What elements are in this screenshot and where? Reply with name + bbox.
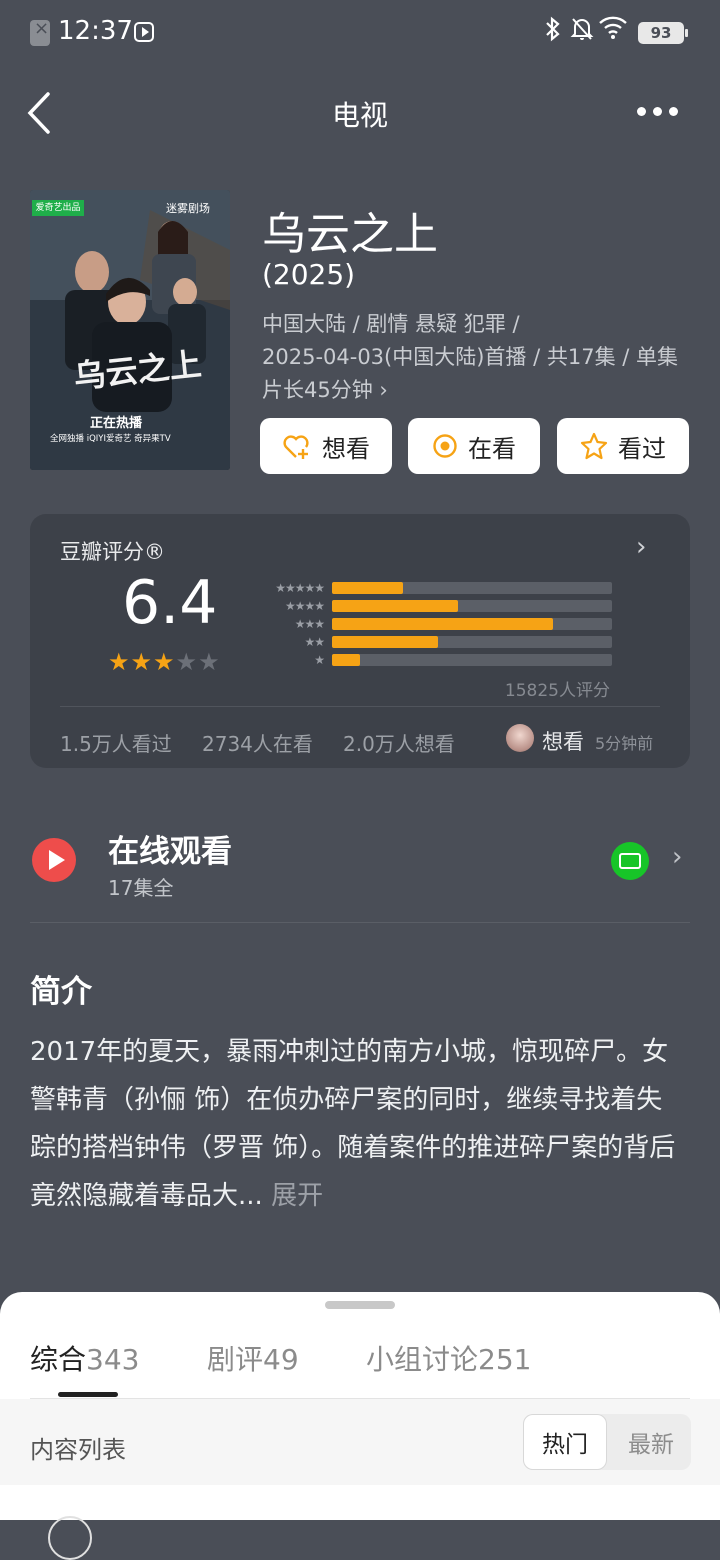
page-title: 电视 [331, 99, 388, 132]
bottom-sheet[interactable]: 综合343 剧评49 小组讨论251 内容列表 热门 最新 [0, 1292, 720, 1560]
star-outline-icon [580, 432, 608, 460]
rating-bar-fill [332, 654, 360, 666]
tab-label: 剧评 [207, 1343, 264, 1376]
rating-bar-stars: ★ [314, 653, 325, 667]
poster-badge: 爱奇艺出品 [32, 200, 84, 216]
mute-bell-icon [570, 16, 594, 48]
star-filled-icon: ★ [153, 648, 176, 676]
status-bar: 12:37 93 [0, 0, 720, 64]
poster-now-playing: 正在热播 [90, 416, 143, 431]
online-subtitle: 17集全 [108, 876, 174, 900]
bluetooth-icon [544, 16, 562, 48]
rating-bar-track [332, 636, 612, 648]
tab-count: 49 [263, 1343, 299, 1376]
tab-label: 综合 [30, 1343, 87, 1376]
battery-icon: 93 [638, 22, 688, 44]
tab-reviews[interactable]: 剧评49 [207, 1338, 299, 1378]
rating-bar-fill [332, 618, 553, 630]
rating-bar-track [332, 600, 612, 612]
divider [60, 706, 660, 707]
divider [30, 922, 690, 923]
star-empty-icon: ★ [175, 648, 199, 676]
tab-count: 251 [478, 1343, 532, 1376]
watching-label: 在看 [468, 434, 516, 463]
watched-label: 看过 [618, 434, 666, 463]
rating-bar-stars: ★★★★ [284, 599, 325, 613]
tab-indicator [58, 1392, 118, 1397]
rating-count: 15825人评分 [504, 681, 610, 701]
chevron-right-icon[interactable]: › [636, 532, 646, 562]
want-to-watch-button[interactable]: 想看 [260, 418, 392, 474]
tab-label: 小组讨论 [366, 1343, 479, 1376]
sort-toggle: 热门 最新 [523, 1414, 691, 1470]
star-empty-icon: ★ [198, 648, 221, 676]
wifi-icon [598, 14, 628, 44]
sort-new-button[interactable]: 最新 [611, 1415, 691, 1469]
avatar[interactable] [48, 1516, 92, 1560]
tab-count: 343 [86, 1343, 140, 1376]
show-year: (2025) [262, 258, 356, 291]
avatar[interactable] [506, 724, 534, 752]
rating-bar-row: ★★★★★ [250, 580, 612, 596]
star-filled-icon: ★ [108, 648, 131, 676]
rating-bar-row: ★★★★ [250, 598, 612, 614]
stat-seen[interactable]: 1.5万人看过 [60, 728, 172, 757]
rating-bar-fill [332, 636, 438, 648]
intro-body: 2017年的夏天，暴雨冲刺过的南方小城，惊现碎尸。女警韩青（孙俪 饰）在侦办碎尸… [30, 1037, 676, 1211]
watched-button[interactable]: 看过 [557, 418, 689, 474]
meta-line: 2025-04-03(中国大陆)首播 / 共17集 / 单集 [262, 345, 679, 369]
meta-line: 中国大陆 / 剧情 悬疑 犯罪 / [262, 312, 520, 336]
sort-hot-button[interactable]: 热门 [524, 1415, 606, 1469]
list-label: 内容列表 [30, 1436, 126, 1464]
show-meta[interactable]: 中国大陆 / 剧情 悬疑 犯罪 / 2025-04-03(中国大陆)首播 / 共… [262, 308, 702, 407]
media-play-icon [134, 22, 154, 42]
rating-bar-fill [332, 582, 403, 594]
rating-bar-stars: ★★★ [294, 617, 325, 631]
rating-bar-row: ★★★ [250, 616, 612, 632]
rating-bar-track [332, 582, 612, 594]
rating-bar-row: ★ [250, 652, 612, 668]
rating-bar-stars: ★★ [304, 635, 325, 649]
heart-plus-icon [283, 435, 309, 459]
online-title: 在线观看 [108, 834, 232, 870]
rating-bar-stars: ★★★★★ [275, 581, 325, 595]
poster-image[interactable]: 乌云之上 爱奇艺出品 迷雾剧场 正在热播 全网独播 iQIYI爱奇艺 奇异果TV [30, 190, 230, 470]
rating-bar-track [332, 654, 612, 666]
stat-want[interactable]: 2.0万人想看 [343, 728, 455, 757]
poster-platforms: 全网独播 iQIYI爱奇艺 奇异果TV [50, 434, 171, 444]
more-dots-icon[interactable] [630, 96, 684, 126]
chevron-right-icon: › [379, 378, 388, 402]
rating-bar-fill [332, 600, 458, 612]
poster-badge-series: 迷雾剧场 [166, 202, 210, 215]
intro-text: 2017年的夏天，暴雨冲刺过的南方小城，惊现碎尸。女警韩青（孙俪 饰）在侦办碎尸… [30, 1028, 680, 1220]
rating-label: 豆瓣评分® [60, 540, 165, 564]
stat-watching[interactable]: 2734人在看 [202, 728, 313, 757]
status-time: 12:37 [58, 16, 133, 46]
rating-stars: ★★★★★ [108, 648, 221, 676]
tab-groups[interactable]: 小组讨论251 [366, 1338, 531, 1378]
rating-bar-track [332, 618, 612, 630]
tab-all[interactable]: 综合343 [30, 1338, 139, 1378]
show-title: 乌云之上 [262, 209, 438, 260]
friend-time: 5分钟前 [595, 734, 654, 753]
meta-line: 片长45分钟 › [262, 374, 702, 407]
iqiyi-logo-icon [611, 842, 649, 880]
rating-card[interactable]: 豆瓣评分® › 6.4 ★★★★★ 15825人评分 1.5万人看过 2734人… [30, 514, 690, 768]
expand-link[interactable]: 展开 [271, 1181, 323, 1211]
play-icon [32, 838, 76, 882]
chevron-right-icon[interactable]: › [672, 842, 682, 872]
star-filled-icon: ★ [130, 648, 154, 676]
target-icon [433, 434, 457, 458]
want-label: 想看 [322, 434, 370, 463]
drag-handle[interactable] [325, 1301, 395, 1309]
intro-heading: 简介 [30, 974, 92, 1010]
friend-action: 想看 [542, 730, 584, 754]
watching-button[interactable]: 在看 [408, 418, 540, 474]
rating-bar-row: ★★ [250, 634, 612, 650]
sim-off-icon [30, 18, 50, 46]
rating-score: 6.4 [122, 568, 218, 638]
meta-line-text: 片长45分钟 [262, 378, 373, 402]
